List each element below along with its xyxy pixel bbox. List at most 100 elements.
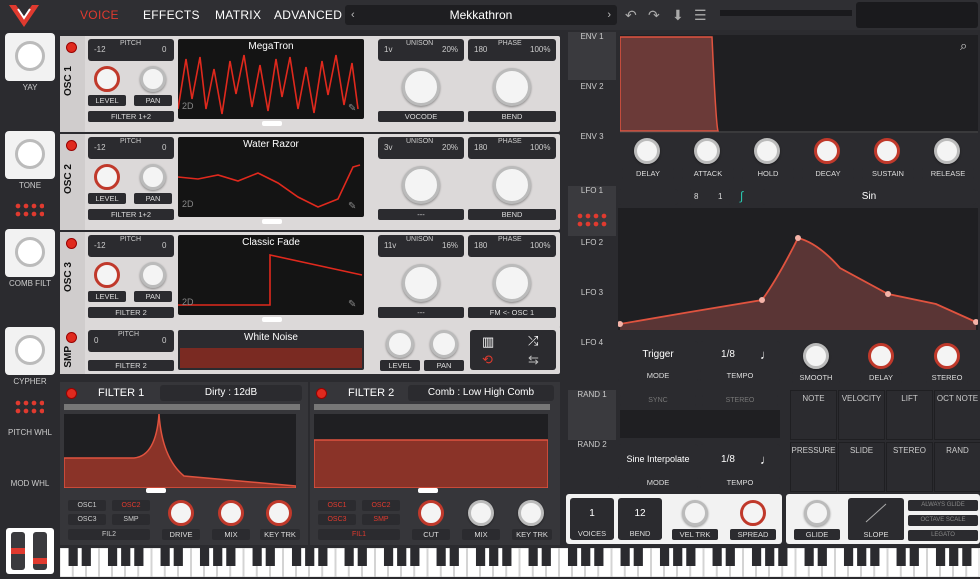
env-release-knob[interactable] — [934, 138, 960, 164]
lfo-tab-3[interactable]: LFO 3 — [568, 288, 616, 338]
osc3-pitch[interactable]: -12 PITCH 0 — [88, 235, 174, 257]
osc1-pitch-tune[interactable]: 0 — [162, 45, 166, 54]
osc1-frame-handle[interactable] — [262, 121, 282, 126]
env-tab-1[interactable]: ENV 1 — [568, 32, 616, 80]
osc2-wavetable-name[interactable]: Water Razor — [178, 139, 364, 150]
rand-graph[interactable] — [620, 410, 780, 438]
osc1-level-knob[interactable] — [94, 66, 120, 92]
rand-stereo-button[interactable]: STEREO — [702, 395, 778, 406]
tab-effects[interactable]: EFFECTS — [143, 8, 200, 22]
mod-source-slide[interactable]: SLIDE — [838, 442, 885, 492]
tab-voice[interactable]: VOICE — [80, 8, 119, 22]
osc1-pitch-transpose[interactable]: -12 — [94, 45, 106, 54]
mod-source-oct-note[interactable]: OCT NOTE — [934, 390, 980, 440]
rand-sync-button[interactable]: SYNC — [620, 395, 696, 406]
osc2-distortion-mode[interactable]: --- — [378, 209, 464, 220]
mod-source-pressure[interactable]: PRESSURE — [790, 442, 837, 492]
osc3-distortion-knob[interactable] — [402, 264, 440, 302]
osc1-phase[interactable]: 180 PHASE 100% — [468, 39, 556, 61]
filter1-route-osc3[interactable]: OSC3 — [68, 514, 106, 525]
filter1-mix-knob[interactable] — [218, 500, 244, 526]
osc2-unison[interactable]: 3v UNISON 20% — [378, 137, 464, 159]
sample-options[interactable]: ▥ ⤮ ⟲ ⇆ — [470, 330, 556, 370]
osc2-spectral-knob[interactable] — [493, 166, 531, 204]
env-tab-2[interactable]: ENV 2 — [568, 82, 616, 130]
bounce-icon[interactable]: ⇆ — [528, 352, 539, 368]
env-decay-knob[interactable] — [814, 138, 840, 164]
env-delay-knob[interactable] — [634, 138, 660, 164]
osc2-frame-handle[interactable] — [262, 219, 282, 224]
filter1-route-osc1[interactable]: OSC1 — [68, 500, 106, 511]
env-sustain-knob[interactable] — [874, 138, 900, 164]
lfo-shape-selector[interactable]: Sin — [762, 189, 976, 205]
smp-level-knob[interactable] — [386, 330, 414, 358]
osc3-unison[interactable]: 11v UNISON 16% — [378, 235, 464, 257]
filter2-route-osc2[interactable]: OSC2 — [362, 500, 400, 511]
legato-button[interactable]: LEGATO — [908, 530, 978, 541]
bend-control[interactable]: 12 BEND — [618, 498, 662, 540]
keytrack-icon[interactable]: ▥ — [482, 334, 494, 350]
rand-note-icon[interactable]: ♩ — [760, 452, 773, 467]
keyboard[interactable] — [59, 547, 980, 578]
macro-2[interactable] — [5, 131, 55, 179]
lfo-stereo-knob[interactable] — [934, 343, 960, 369]
osc1-distortion-mode[interactable]: VOCODE — [378, 111, 464, 122]
osc1-wavetable-name[interactable]: MegaTron — [178, 41, 364, 52]
filter1-type[interactable]: Dirty : 12dB — [160, 385, 302, 401]
filter1-blend-slider[interactable] — [64, 404, 300, 410]
osc3-frame-handle[interactable] — [262, 317, 282, 322]
osc1-dimension-label[interactable]: 2D — [182, 101, 194, 111]
osc3-wavetable[interactable]: Classic Fade 2D ✎ — [178, 235, 364, 315]
osc2-pitch-transpose[interactable]: -12 — [94, 143, 106, 152]
smp-power-button[interactable] — [66, 332, 77, 343]
lfo-grid[interactable]: 81 — [688, 189, 732, 205]
filter2-route-fil1[interactable]: FIL1 — [318, 529, 400, 540]
lfo-delay-knob[interactable] — [868, 343, 894, 369]
lfo-graph[interactable] — [618, 208, 978, 330]
smp-pitch[interactable]: 0 PITCH 0 — [88, 330, 174, 352]
filter1-drive-knob[interactable] — [168, 500, 194, 526]
prev-preset-icon[interactable]: ‹ — [351, 5, 355, 25]
osc2-edit-icon[interactable]: ✎ — [348, 201, 356, 212]
filter1-route-fil2[interactable]: FIL2 — [68, 529, 150, 540]
osc3-pan-knob[interactable] — [140, 262, 166, 288]
preset-selector[interactable]: ‹ Mekkathron › — [345, 5, 617, 25]
osc2-power-button[interactable] — [66, 140, 77, 151]
osc2-pan-knob[interactable] — [140, 164, 166, 190]
env-tab-3[interactable]: ENV 3 — [568, 132, 616, 180]
wheels[interactable] — [6, 528, 54, 574]
filter1-keytrk-knob[interactable] — [266, 500, 292, 526]
osc2-dimension-label[interactable]: 2D — [182, 199, 194, 209]
rand-mode[interactable]: Sine Interpolate MODE — [618, 444, 698, 488]
osc2-pitch[interactable]: -12 PITCH 0 — [88, 137, 174, 159]
osc2-phase[interactable]: 180 PHASE 100% — [468, 137, 556, 159]
osc3-level-knob[interactable] — [94, 262, 120, 288]
volume-meter[interactable] — [720, 10, 852, 16]
osc1-unison[interactable]: 1v UNISON 20% — [378, 39, 464, 61]
tab-matrix[interactable]: MATRIX — [215, 8, 261, 22]
macro-3-label[interactable]: COMB FILT — [0, 279, 60, 288]
random-phase-icon[interactable]: ⤮ — [528, 333, 538, 349]
envelope-graph[interactable] — [620, 35, 978, 133]
rand-tab-1[interactable]: RAND 1 — [568, 390, 616, 440]
lfo-tab-4[interactable]: LFO 4 — [568, 338, 616, 388]
osc2-wavetable[interactable]: Water Razor 2D ✎ — [178, 137, 364, 217]
osc3-distortion-mode[interactable]: --- — [378, 307, 464, 318]
filter2-mix-knob[interactable] — [468, 500, 494, 526]
slope-control[interactable]: SLOPE — [848, 498, 904, 540]
osc3-dimension-label[interactable]: 2D — [182, 297, 194, 307]
osc2-distortion-knob[interactable] — [402, 166, 440, 204]
smp-pan-knob[interactable] — [430, 330, 458, 358]
mod-source-stereo[interactable]: STEREO — [886, 442, 933, 492]
filter2-keytrk-knob[interactable] — [518, 500, 544, 526]
undo-icon[interactable]: ↶ — [625, 7, 637, 24]
sample-display[interactable]: White Noise — [178, 330, 364, 370]
osc2-pitch-tune[interactable]: 0 — [162, 143, 166, 152]
lfo-tab-2[interactable]: LFO 2 — [568, 238, 616, 288]
always-glide-button[interactable]: ALWAYS GLIDE — [908, 500, 978, 511]
osc2-filter-route[interactable]: FILTER 1+2 — [88, 209, 174, 220]
osc2-bend-mode[interactable]: BEND — [468, 209, 556, 220]
lfo-shape-preview[interactable] — [618, 189, 678, 205]
filter2-type[interactable]: Comb : Low High Comb — [408, 385, 554, 401]
smp-filter-route[interactable]: FILTER 2 — [88, 360, 174, 371]
